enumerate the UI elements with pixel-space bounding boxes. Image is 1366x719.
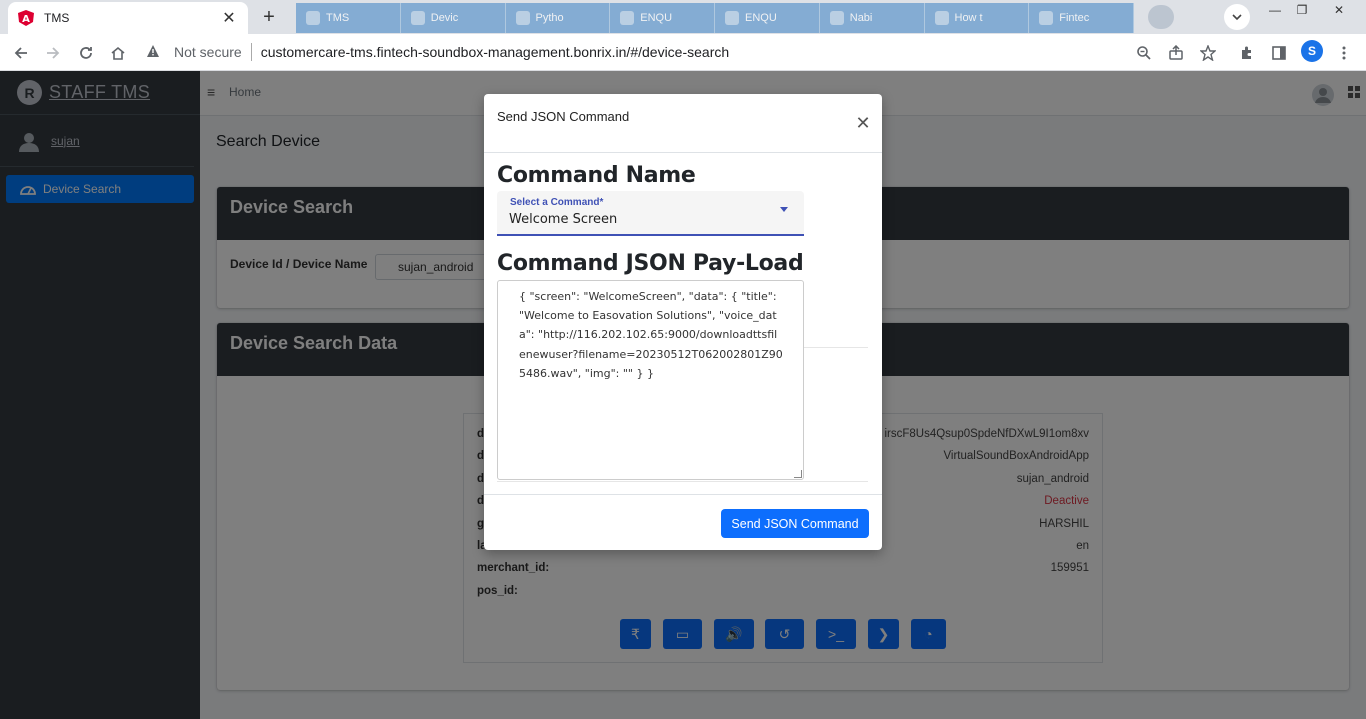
not-secure-label: Not secure [174,44,242,60]
tab-title: TMS [44,11,70,25]
zoom-icon[interactable] [1133,42,1155,64]
select-label: Select a Command* [510,197,604,208]
tab-favicon-icon [620,11,635,25]
chevron-down-icon [780,207,788,212]
menu-dots-icon[interactable] [1333,42,1355,64]
home-icon[interactable] [105,40,131,66]
send-json-command-button[interactable]: Send JSON Command [721,509,869,538]
background-tabs: TMS Devic Pytho ENQU ENQU Nabi How t Fin… [296,3,1134,33]
angular-icon: A [18,10,34,26]
select-value: Welcome Screen [509,212,618,227]
send-json-command-modal: Send JSON Command ✕ Command Name Select … [484,94,882,550]
payload-heading: Command JSON Pay-Load [497,251,804,276]
extensions-icon[interactable] [1236,42,1258,64]
modal-body: Command Name Select a Command* Welcome S… [484,153,882,493]
modal-footer: Send JSON Command [484,494,882,550]
background-tab[interactable]: Pytho [506,3,611,33]
background-tab[interactable]: Fintec [1029,3,1134,33]
url-text: customercare-tms.fintech-soundbox-manage… [260,44,730,60]
tab-favicon-icon [1039,11,1054,25]
address-bar[interactable]: Not secure customercare-tms.fintech-soun… [140,37,1230,67]
svg-text:A: A [22,14,30,25]
active-tab[interactable]: A TMS ✕ [8,2,248,34]
tab-favicon-icon [934,11,949,25]
forward-icon[interactable] [40,40,66,66]
star-icon[interactable] [1197,42,1219,64]
background-tab[interactable]: ENQU [715,3,820,33]
close-icon[interactable]: ✕ [854,114,872,132]
new-tab-button[interactable]: + [256,5,282,29]
chevron-down-icon[interactable] [1224,4,1250,30]
tab-search-icon[interactable] [1148,5,1174,29]
tab-favicon-icon [515,11,530,25]
background-tab[interactable]: ENQU [610,3,715,33]
minimize-button[interactable]: — [1263,0,1287,20]
tab-favicon-icon [725,11,739,25]
json-payload-textarea[interactable]: { "screen": "WelcomeScreen", "data": { "… [497,280,804,480]
close-window-button[interactable]: ✕ [1324,0,1354,20]
back-icon[interactable] [8,40,34,66]
resize-handle-icon[interactable] [794,470,802,478]
background-tab[interactable]: How t [925,3,1030,33]
background-tab[interactable]: Devic [401,3,506,33]
browser-toolbar: Not secure customercare-tms.fintech-soun… [0,34,1366,71]
side-panel-icon[interactable] [1268,42,1290,64]
profile-avatar[interactable]: S [1301,40,1323,62]
reload-icon[interactable] [73,40,99,66]
background-tab[interactable]: Nabi [820,3,925,33]
share-icon[interactable] [1165,42,1187,64]
command-select[interactable]: Select a Command* Welcome Screen [497,191,804,236]
modal-header: Send JSON Command ✕ [484,94,882,153]
tab-favicon-icon [829,11,844,25]
tab-favicon-icon [306,11,320,25]
browser-tab-bar: A TMS ✕ + TMS Devic Pytho ENQU ENQU Nabi… [0,0,1366,34]
warning-icon [146,44,164,61]
maximize-button[interactable]: ❐ [1290,0,1314,20]
tab-favicon-icon [410,11,425,25]
command-name-heading: Command Name [497,163,696,188]
background-tab[interactable]: TMS [296,3,401,33]
modal-title: Send JSON Command [497,109,630,124]
tab-close-icon[interactable]: ✕ [220,8,238,28]
